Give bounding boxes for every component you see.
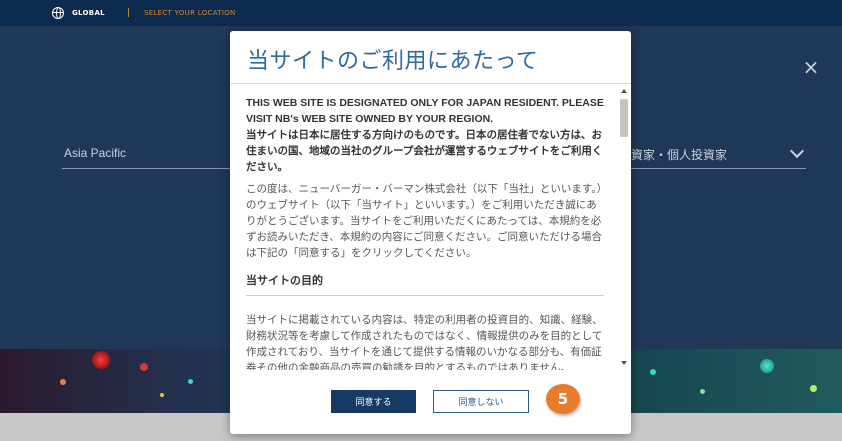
select-location-link[interactable]: SELECT YOUR LOCATION [144, 9, 236, 17]
region-dropdown-underline [62, 168, 230, 169]
region-dropdown-label[interactable]: Asia Pacific [64, 146, 126, 160]
dialog-scrollbar[interactable] [620, 89, 628, 369]
disagree-button[interactable]: 同意しない [433, 390, 529, 413]
scroll-down-arrow-icon[interactable] [621, 361, 627, 365]
section-body-purpose: 当サイトに掲載されている内容は、特定の利用者の投資目的、知識、経験、財務状況等を… [246, 314, 603, 370]
terms-intro-text: この度は、ニューバーガー・バーマン株式会社（以下「当社」といいます。）のウェブサ… [246, 183, 603, 259]
top-navigation-bar: GLOBAL | SELECT YOUR LOCATION [0, 0, 842, 26]
step-number-badge: 5 [546, 384, 580, 414]
globe-icon[interactable] [52, 7, 64, 19]
investor-type-dropdown-underline [631, 168, 806, 169]
terms-scroll-content[interactable]: THIS WEB SITE IS DESIGNATED ONLY FOR JAP… [246, 95, 604, 370]
scrollbar-thumb[interactable] [620, 99, 628, 137]
investor-type-dropdown-label[interactable]: 資家・個人投資家 [631, 146, 727, 163]
agree-button[interactable]: 同意する [331, 390, 416, 413]
terms-consent-dialog: 当サイトのご利用にあたって THIS WEB SITE IS DESIGNATE… [230, 31, 631, 434]
section-heading-purpose: 当サイトの目的 [246, 273, 604, 296]
title-divider [230, 83, 631, 84]
scroll-up-arrow-icon[interactable] [621, 89, 627, 93]
topbar-separator: | [126, 8, 130, 18]
close-icon[interactable]: × [802, 57, 820, 77]
japan-resident-notice-en: THIS WEB SITE IS DESIGNATED ONLY FOR JAP… [246, 97, 604, 125]
global-link[interactable]: GLOBAL [72, 9, 105, 17]
japan-resident-notice-ja: 当サイトは日本に居住する方向けのものです。日本の居住者でない方は、お住まいの国、… [246, 129, 603, 173]
dialog-title: 当サイトのご利用にあたって [247, 49, 539, 74]
